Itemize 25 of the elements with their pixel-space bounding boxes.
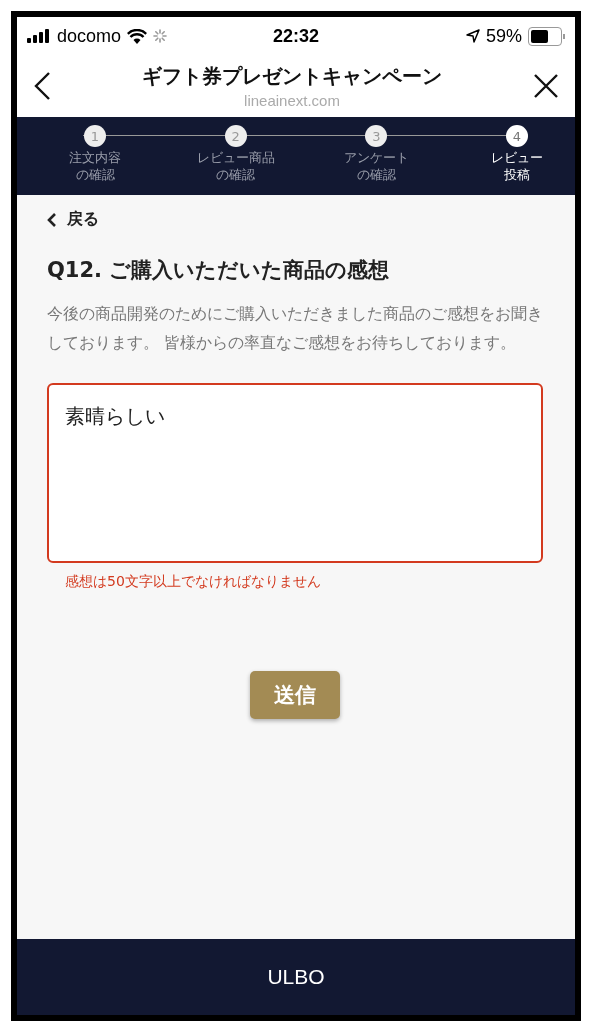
page-title: ギフト券プレゼントキャンペーン (142, 63, 442, 90)
step-label: 注文内容 の確認 (69, 150, 121, 184)
step-number: 1 (84, 125, 106, 147)
location-icon (465, 29, 480, 43)
clock-time: 22:32 (272, 25, 319, 47)
question-title: Q12. ご購入いただいた商品の感想 (47, 257, 391, 284)
step-number: 4 (505, 125, 528, 147)
battery-icon (528, 26, 565, 46)
answer-box[interactable]: 素晴らしい (47, 383, 543, 564)
brand-name: ULBO (267, 965, 325, 989)
back-link[interactable]: 戻る (47, 209, 99, 230)
step-number: 3 (365, 125, 388, 147)
error-message: 感想は50文字以上でなければなりません (65, 573, 322, 592)
domain-text: lineainext.com (244, 92, 340, 109)
step-number: 2 (224, 125, 247, 147)
step-label: レビュー商品 の確認 (196, 150, 275, 184)
carrier-name: docomo (57, 25, 122, 47)
battery-percent: 59% (485, 25, 522, 47)
step-label: アンケート の確認 (343, 150, 409, 184)
loading-icon (153, 29, 168, 43)
step-label: レビュー 投稿 (490, 150, 543, 184)
question-description: 今後の商品開発のためにご購入いただきました商品のご感想をお聞きしております。 皆様からの率直なご感想をお待ちしております。 (47, 303, 543, 354)
signal-icon (27, 29, 51, 43)
wifi-icon (127, 28, 148, 44)
chevron-left-icon (47, 211, 57, 228)
